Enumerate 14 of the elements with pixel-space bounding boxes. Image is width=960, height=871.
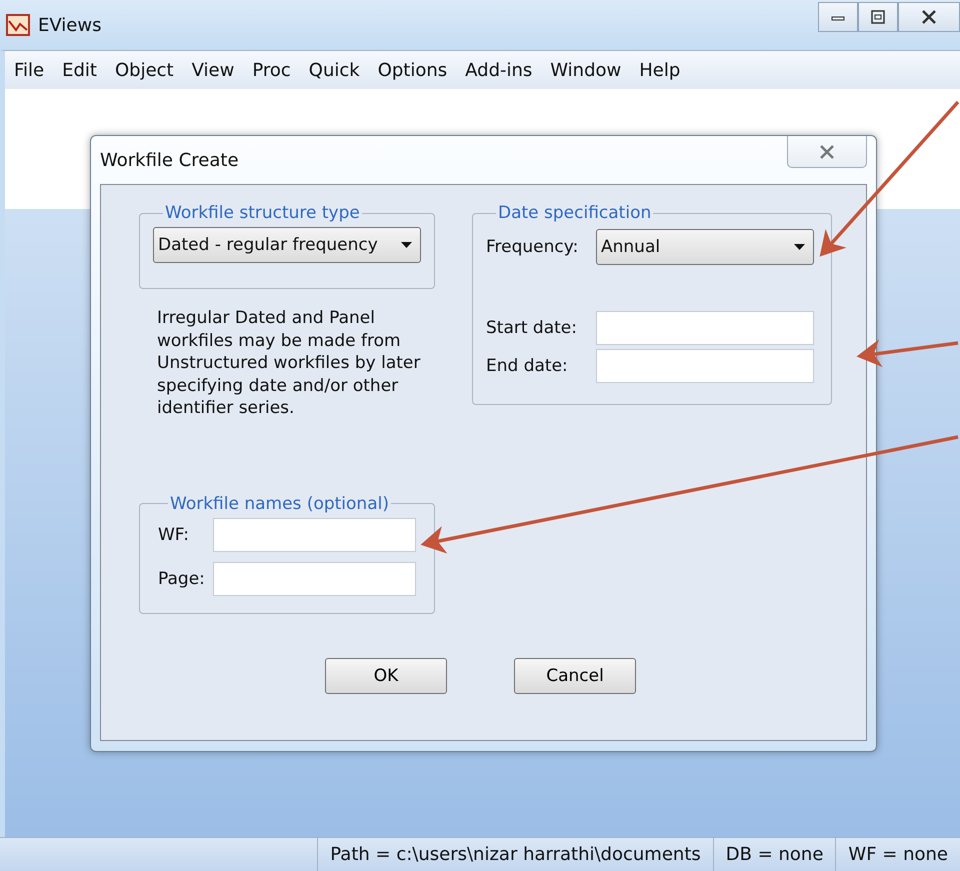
status-text: WF = none [835,838,960,871]
status-text: DB = none [712,838,836,871]
status-text: Path = c:\users\nizar harrathi\documents [317,838,713,871]
group-legend: Workfile structure type [163,203,362,223]
window-title: EViews [38,14,102,36]
field-label: End date: [486,356,569,376]
field-label: WF: [158,524,190,544]
dialog-title: Workfile Create [100,150,239,170]
field-label: Frequency: [486,237,580,257]
description-text: Irregular Dated and Panel workfiles may be made from Unstructured workfiles by later specifying date and/or other identifier series. [157,307,422,420]
group-legend: Workfile names (optional) [168,494,391,514]
field-label: Start date: [486,318,578,338]
group-legend: Date specification [496,203,654,223]
field-label: Page: [158,568,206,588]
